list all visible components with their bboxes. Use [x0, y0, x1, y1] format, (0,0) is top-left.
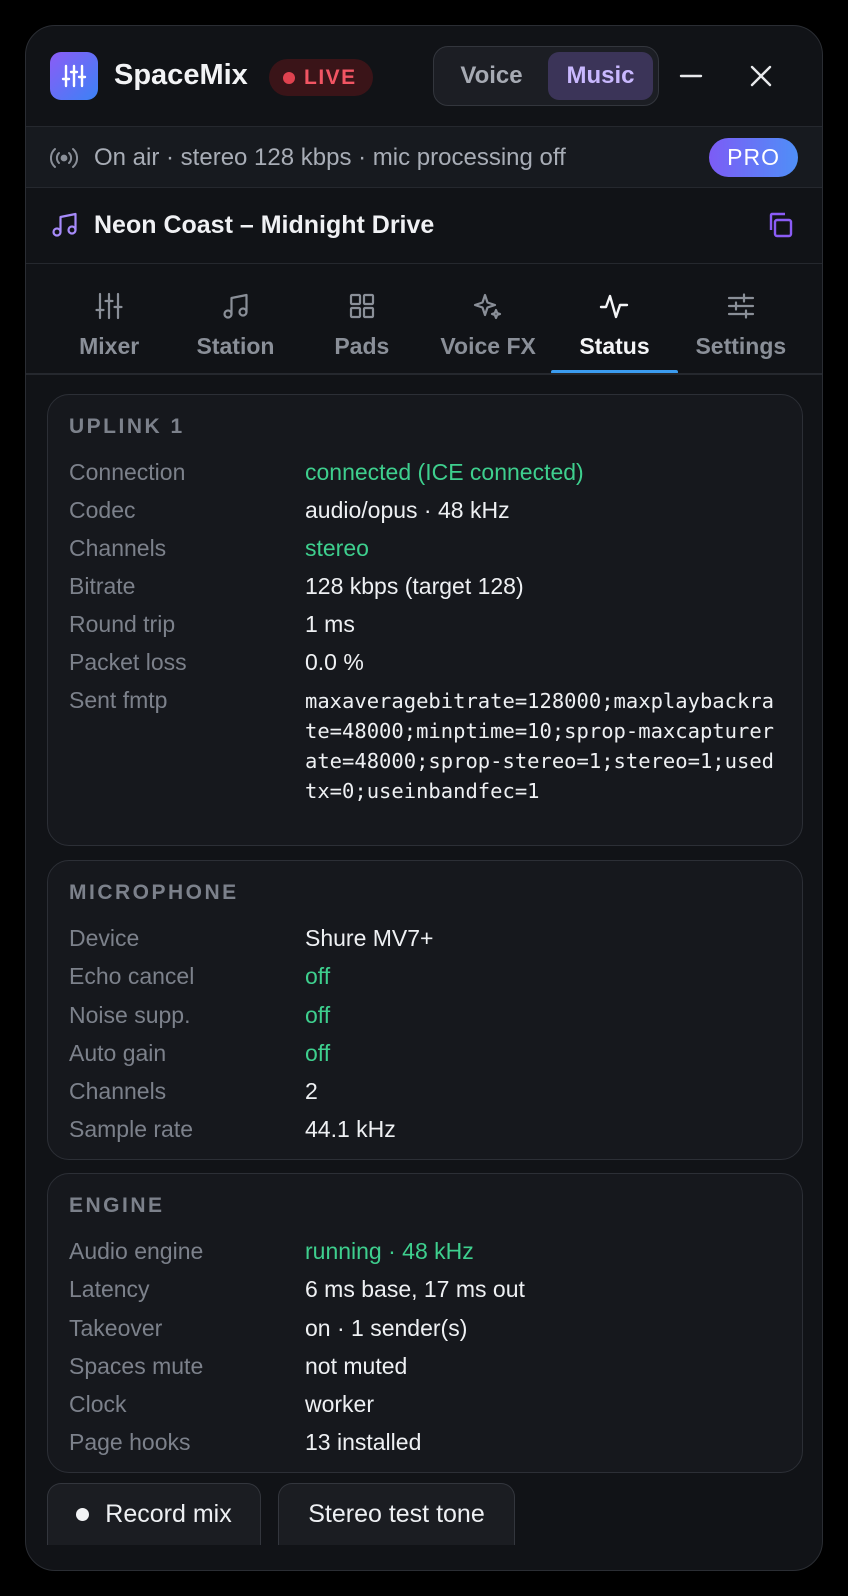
row-value: 2 [305, 1078, 318, 1104]
row-value: 1 ms [305, 611, 355, 637]
row-value: running · 48 kHz [305, 1238, 474, 1264]
tab-pads[interactable]: Pads [299, 264, 425, 374]
row-value: worker [305, 1391, 375, 1417]
minimize-icon [679, 74, 703, 78]
now-playing: Neon Coast – Midnight Drive [26, 188, 822, 264]
row-value: 44.1 kHz [305, 1116, 396, 1142]
row-key: Connection [69, 459, 186, 485]
row-key: Clock [69, 1391, 127, 1417]
engine-card: ENGINE Audio engine running · 48 kHz Lat… [47, 1173, 803, 1473]
tab-settings[interactable]: Settings [678, 264, 804, 374]
card-title: MICROPHONE [69, 881, 239, 904]
row-key: Auto gain [69, 1040, 167, 1066]
row-key: Noise supp. [69, 1002, 191, 1028]
spacemix-panel: SpaceMix LIVE Voice Music On air · stere… [25, 25, 823, 1571]
sparkles-icon [474, 293, 502, 320]
live-dot [283, 71, 295, 84]
row-key: Codec [69, 497, 136, 523]
mode-switch: Voice Music [433, 46, 659, 106]
close-button[interactable] [744, 59, 778, 93]
track-title: Neon Coast – Midnight Drive [94, 211, 435, 239]
row-key: Spaces mute [69, 1353, 204, 1379]
tab-voice-fx[interactable]: Voice FX [425, 264, 551, 374]
settings-sliders-icon [727, 293, 754, 319]
tab-label: Mixer [79, 333, 140, 359]
pro-badge[interactable]: PRO [709, 138, 798, 177]
music-note-icon [223, 293, 249, 319]
row-key: Packet loss [69, 649, 187, 675]
close-icon [750, 65, 772, 87]
row-key: Page hooks [69, 1429, 191, 1455]
row-key: Echo cancel [69, 963, 195, 989]
row-key: Audio engine [69, 1238, 204, 1264]
row-value: 13 installed [305, 1429, 422, 1455]
app-logo [50, 52, 98, 100]
status-text: On air · stereo 128 kbps · mic processin… [94, 144, 566, 171]
row-value: off [305, 1040, 331, 1066]
header: SpaceMix LIVE Voice Music [26, 26, 822, 128]
record-mix-button[interactable]: Record mix [47, 1483, 261, 1545]
live-badge: LIVE [269, 59, 373, 96]
card-title: UPLINK 1 [69, 415, 185, 438]
microphone-card: MICROPHONE Device Shure MV7+ Echo cancel… [47, 860, 803, 1160]
row-key: Round trip [69, 611, 176, 637]
music-note-icon [52, 212, 77, 237]
row-value: not muted [305, 1353, 408, 1379]
tab-label: Settings [695, 333, 787, 359]
copy-icon[interactable] [766, 211, 794, 239]
minimize-button[interactable] [674, 59, 708, 93]
row-value: connected (ICE connected) [305, 459, 584, 485]
stereo-test-tone-button[interactable]: Stereo test tone [278, 1483, 515, 1545]
status-bar: On air · stereo 128 kbps · mic processin… [26, 126, 822, 188]
row-value: off [305, 1002, 331, 1028]
row-key: Bitrate [69, 573, 136, 599]
grid-icon [349, 293, 374, 319]
record-dot-icon [76, 1508, 90, 1521]
app-title: SpaceMix [114, 59, 248, 91]
broadcast-icon [50, 148, 78, 168]
stereo-test-tone-label: Stereo test tone [308, 1500, 485, 1528]
row-key: Sent fmtp [69, 687, 168, 713]
tab-station[interactable]: Station [172, 264, 298, 374]
mode-voice-button[interactable]: Voice [439, 52, 544, 100]
tab-bar: Mixer Station Pads Voice FX Status Setti… [46, 264, 804, 374]
row-value: stereo [305, 535, 369, 561]
row-key: Device [69, 925, 140, 951]
row-value: Shure MV7+ [305, 925, 434, 951]
row-value: 6 ms base, 17 ms out [305, 1276, 525, 1302]
row-value: 128 kbps (target 128) [305, 573, 524, 599]
row-key: Channels [69, 535, 167, 561]
live-label: LIVE [304, 65, 357, 89]
row-key: Channels [69, 1078, 167, 1104]
tab-mixer[interactable]: Mixer [46, 264, 172, 374]
tab-status[interactable]: Status [551, 264, 678, 374]
sliders-icon [95, 292, 123, 320]
row-key: Takeover [69, 1315, 163, 1341]
activity-icon [600, 294, 629, 319]
card-title: ENGINE [69, 1194, 165, 1217]
tab-label: Status [579, 333, 650, 359]
row-value: 0.0 % [305, 649, 364, 675]
tab-label: Voice FX [440, 333, 536, 359]
mode-music-button[interactable]: Music [548, 52, 653, 100]
record-mix-label: Record mix [105, 1500, 232, 1528]
uplink-card: UPLINK 1 Connection connected (ICE conne… [47, 394, 803, 846]
fmtp-value: maxaveragebitrate=128000;maxplaybackrate… [305, 689, 774, 803]
row-key: Latency [69, 1276, 150, 1302]
row-value: audio/opus · 48 kHz [305, 497, 510, 523]
tabs-divider [26, 373, 822, 375]
tab-label: Pads [334, 333, 390, 359]
sliders-icon [61, 64, 87, 88]
row-key: Sample rate [69, 1116, 194, 1142]
tab-label: Station [196, 333, 275, 359]
row-value: off [305, 963, 331, 989]
row-value: on · 1 sender(s) [305, 1315, 468, 1341]
